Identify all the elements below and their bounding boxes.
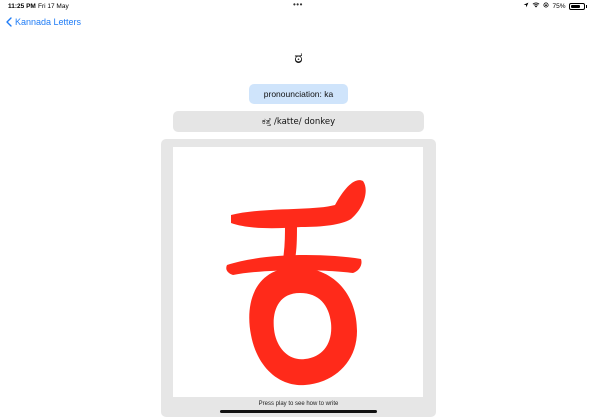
- letter-stroke-drawing: [226, 180, 366, 386]
- multitasking-dots-icon[interactable]: •••: [293, 0, 303, 9]
- pronunciation-button[interactable]: pronounciation: ka: [249, 84, 348, 104]
- battery-cap: [585, 4, 587, 8]
- stroke-animation-panel[interactable]: Press play to see how to write: [161, 139, 436, 417]
- chevron-left-icon: [6, 17, 12, 27]
- battery-percentage: 75%: [552, 2, 566, 10]
- back-button-label: Kannada Letters: [15, 17, 82, 27]
- example-word: ಕತ್ತೆ /katte/ donkey: [173, 111, 424, 132]
- letter-title: ಠ: [294, 48, 303, 67]
- battery-level: [570, 4, 580, 8]
- orientation-lock-icon: [543, 2, 550, 10]
- status-time: 11:25 PM: [8, 3, 36, 10]
- location-arrow-icon: [523, 2, 529, 10]
- battery-icon: [568, 2, 585, 10]
- status-indicators: 75%: [523, 2, 587, 10]
- status-bar: 11:25 PM Fri 17 May ••• 75%: [0, 0, 597, 12]
- back-button[interactable]: Kannada Letters: [6, 17, 81, 27]
- home-indicator[interactable]: [220, 410, 377, 413]
- wifi-icon: [532, 2, 540, 10]
- stroke-canvas[interactable]: [173, 147, 423, 397]
- play-hint: Press play to see how to write: [258, 401, 339, 407]
- status-date: Fri 17 May: [38, 3, 69, 10]
